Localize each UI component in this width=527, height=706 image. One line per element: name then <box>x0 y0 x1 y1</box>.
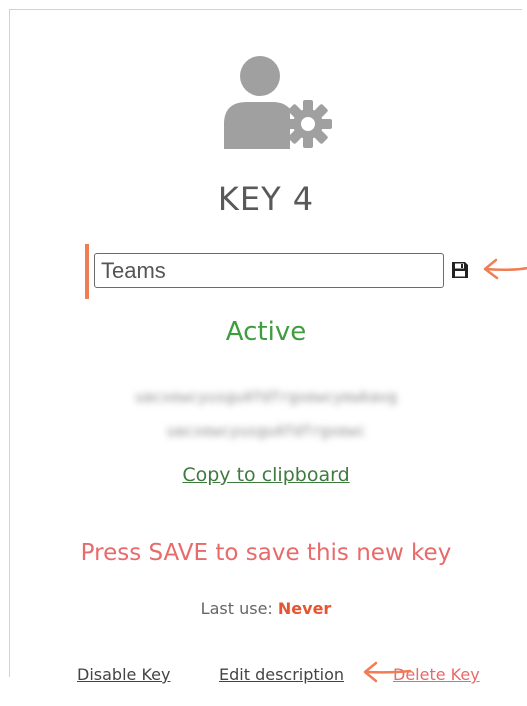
copy-to-clipboard-link[interactable]: Copy to clipboard <box>10 464 522 486</box>
last-use-label: Last use: <box>200 599 273 618</box>
annotation-arrow-icon <box>363 661 411 683</box>
api-key-line: uacxewcyusgu4fdfrgxewc <box>166 422 366 440</box>
disable-key-link[interactable]: Disable Key <box>77 665 170 684</box>
floppy-disk-icon[interactable] <box>451 261 469 279</box>
save-notice: Press SAVE to save this new key <box>80 540 452 566</box>
key-card: KEY 4 Active uacxewcyusgu4fdfrgxewcyewka… <box>10 10 527 690</box>
edit-description-link[interactable]: Edit description <box>219 665 344 684</box>
last-use-value: Never <box>277 599 332 618</box>
description-input[interactable] <box>94 253 444 288</box>
annotation-marker-bar <box>85 244 89 299</box>
api-key-value: uacxewcyusgu4fdfrgxewcyewkavg uacxewcyus… <box>10 380 522 448</box>
key-title: KEY 4 <box>217 180 315 218</box>
last-use-row: Last use: Never <box>10 599 522 618</box>
annotation-arrow-icon <box>483 258 527 280</box>
user-settings-icon <box>224 56 332 149</box>
status-label: Active <box>225 317 307 347</box>
api-key-line: uacxewcyusgu4fdfrgxewcyewkavg <box>135 388 397 406</box>
